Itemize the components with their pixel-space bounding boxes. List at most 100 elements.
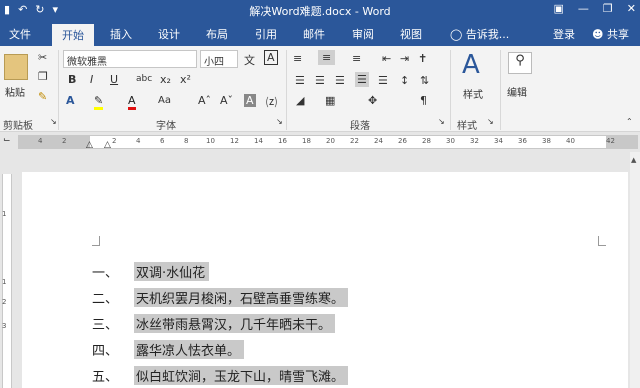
tab-insert[interactable]: 插入	[110, 26, 132, 42]
list-number: 五、	[92, 370, 119, 385]
ribbon-options-icon[interactable]: ▣	[554, 2, 564, 15]
distributed-icon[interactable]: ☰	[378, 74, 388, 87]
format-painter-icon[interactable]: ✎	[38, 90, 47, 103]
paragraph-launcher-icon[interactable]: ↘	[438, 117, 445, 126]
close-icon[interactable]: ✕	[627, 2, 636, 15]
chinese-layout-icon[interactable]: ✝	[418, 52, 427, 65]
text-effects-icon[interactable]: A	[66, 94, 75, 107]
share-button[interactable]: ☻ 共享	[592, 26, 629, 42]
tab-file[interactable]: 文件	[9, 26, 31, 42]
paragraph-group-label: 段落	[350, 121, 370, 132]
separator	[450, 50, 451, 130]
italic-button[interactable]: I	[90, 73, 93, 86]
ruler-tick: 6	[160, 137, 165, 145]
find-icon[interactable]: ⚲	[508, 52, 532, 74]
superscript-button[interactable]: x²	[180, 73, 191, 86]
bullets-icon[interactable]: ≡	[293, 52, 302, 65]
ruler-tick: 14	[254, 137, 263, 145]
line-spacing-icon[interactable]: ↕	[400, 74, 409, 87]
subscript-button[interactable]: x₂	[160, 73, 171, 86]
ruler-tick: 2	[112, 137, 117, 145]
list-text: 冰丝带雨悬霄汉，几千年晒未干。	[134, 314, 336, 333]
strikethrough-button[interactable]: abc	[136, 74, 152, 84]
grow-font-icon[interactable]: Aˆ	[198, 94, 211, 107]
restore-icon[interactable]: ❐	[603, 2, 613, 15]
tell-me-box[interactable]: ◯ 告诉我...	[450, 26, 509, 42]
tab-design[interactable]: 设计	[158, 26, 180, 42]
tab-selector-icon[interactable]: ⌙	[3, 135, 11, 145]
list-text: 露华凉人怯衣单。	[134, 340, 245, 359]
asian-layout-icon[interactable]: ✥	[368, 94, 377, 107]
window-title: 解决Word难题.docx - Word	[249, 5, 391, 18]
decrease-indent-icon[interactable]: ⇤	[382, 52, 391, 65]
align-center-icon[interactable]: ☰	[315, 74, 325, 87]
bold-button[interactable]: B	[68, 73, 76, 86]
title-bar: ▮ ↶ ↻ ▾ 解决Word难题.docx - Word ▣ — ❐ ✕	[0, 0, 640, 22]
tab-review[interactable]: 审阅	[352, 26, 374, 42]
ruler-tick: 24	[374, 137, 383, 145]
hanging-indent-icon[interactable]: △	[104, 140, 111, 150]
ruler-margin-left	[18, 136, 90, 148]
character-border-icon[interactable]: A	[264, 50, 278, 65]
show-marks-icon[interactable]: ¶	[420, 94, 427, 107]
multilevel-list-icon[interactable]: ≡	[352, 52, 361, 65]
editing-button[interactable]: 编辑	[507, 84, 527, 99]
ruler-tick: 20	[326, 137, 335, 145]
separator	[58, 50, 59, 130]
character-shading-icon[interactable]: A	[244, 94, 256, 107]
collapse-ribbon-icon[interactable]: ⌃	[626, 117, 633, 126]
scroll-up-icon[interactable]: ▲	[631, 156, 636, 164]
indent-marker-icon[interactable]: △	[86, 140, 93, 150]
ruler-tick: 12	[230, 137, 239, 145]
enclose-characters-icon[interactable]: ⒵	[266, 94, 277, 110]
document-page[interactable]: 一、 双调·水仙花 二、 天机织罢月梭闲，石壁高垂雪练寒。 三、 冰丝带雨悬霄汉…	[22, 172, 628, 388]
person-icon: ☻	[592, 28, 604, 41]
align-left-icon[interactable]: ☰	[295, 74, 305, 87]
tab-view[interactable]: 视图	[400, 26, 422, 42]
ruler-tick: 10	[206, 137, 215, 145]
copy-icon[interactable]: ❐	[38, 70, 48, 83]
styles-launcher-icon[interactable]: ↘	[487, 117, 494, 126]
lightbulb-icon: ◯	[450, 28, 463, 41]
styles-icon[interactable]: A	[462, 50, 480, 80]
font-size-box[interactable]: 小四	[200, 50, 238, 68]
tab-mailings[interactable]: 邮件	[303, 26, 325, 42]
ruler-tick: 4	[136, 137, 141, 145]
sort-icon[interactable]: ⇅	[420, 74, 429, 87]
increase-indent-icon[interactable]: ⇥	[400, 52, 409, 65]
tab-home[interactable]: 开始	[52, 24, 94, 46]
vruler-tick: 1	[2, 278, 7, 286]
minimize-icon[interactable]: —	[578, 2, 589, 15]
shading-icon[interactable]: ◢	[296, 94, 304, 107]
ruler-tick: 36	[518, 137, 527, 145]
numbering-icon[interactable]: ≡	[318, 50, 336, 65]
tell-me-label: 告诉我...	[465, 28, 510, 41]
phonetic-guide-icon[interactable]: 文	[244, 52, 255, 68]
shrink-font-icon[interactable]: Aˇ	[220, 94, 233, 107]
styles-button[interactable]: 样式	[463, 86, 483, 101]
change-case-icon[interactable]: Aa	[158, 95, 171, 106]
font-launcher-icon[interactable]: ↘	[276, 117, 283, 126]
paste-button[interactable]: 粘贴	[5, 84, 25, 99]
font-name-box[interactable]: 微软雅黑	[63, 50, 197, 68]
vertical-ruler[interactable]: 1 1 2 3	[0, 152, 14, 388]
ruler-tick: 28	[422, 137, 431, 145]
font-color-icon[interactable]: A	[128, 94, 136, 110]
clipboard-launcher-icon[interactable]: ↘	[50, 117, 57, 126]
ruler-tick: 8	[184, 137, 189, 145]
cut-icon[interactable]: ✂	[38, 51, 47, 64]
login-link[interactable]: 登录	[553, 26, 575, 42]
tab-references[interactable]: 引用	[255, 26, 277, 42]
align-right-icon[interactable]: ☰	[335, 74, 345, 87]
underline-button[interactable]: U	[110, 73, 118, 86]
highlight-icon[interactable]: ✎	[94, 94, 104, 110]
justify-icon[interactable]: ☰	[355, 72, 369, 87]
ruler-tick: 30	[446, 137, 455, 145]
tab-layout[interactable]: 布局	[206, 26, 228, 42]
ruler-tick: 26	[398, 137, 407, 145]
borders-icon[interactable]: ▦	[325, 94, 335, 107]
horizontal-ruler[interactable]: 4 2 2 4 6 8 10 12 14 16 18 20 22 24 26 2…	[18, 135, 638, 150]
horizontal-ruler-bar: ⌙ 4 2 2 4 6 8 10 12 14 16 18 20 22 24 26…	[0, 132, 640, 152]
paste-icon[interactable]	[4, 54, 28, 80]
vertical-scrollbar[interactable]: ▲	[630, 152, 640, 388]
